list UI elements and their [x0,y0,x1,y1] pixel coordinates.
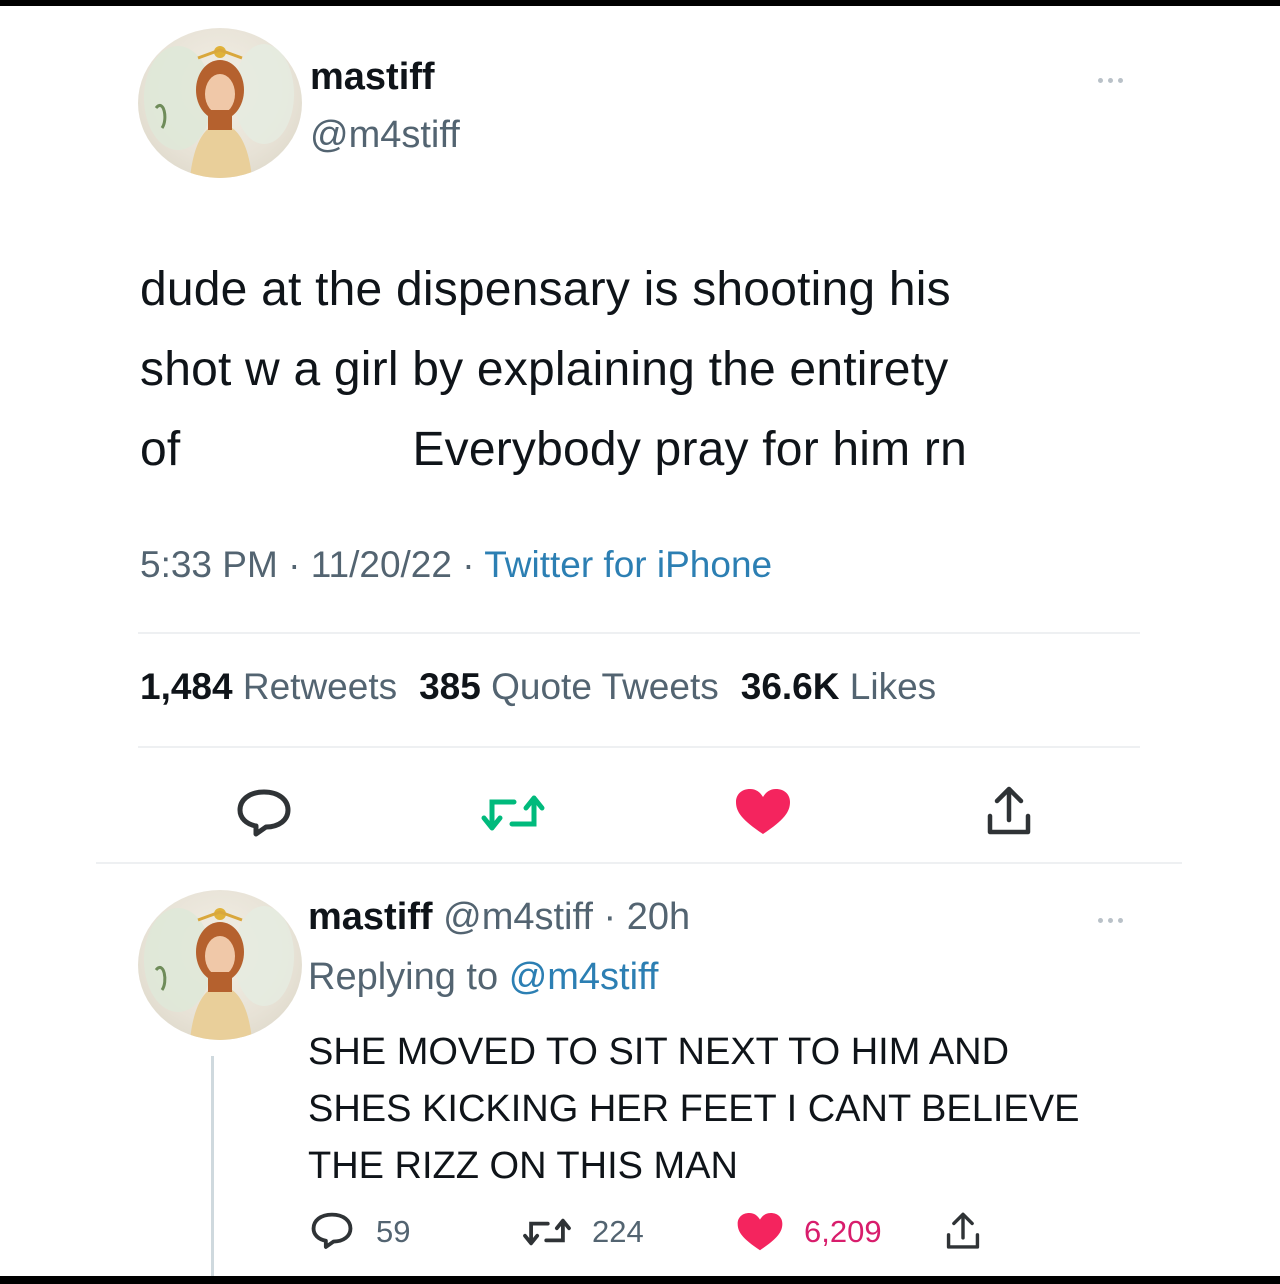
reply-like-button[interactable] [736,1212,784,1252]
reply-text-line: SHES KICKING HER FEET I CANT BELIEVE [308,1088,1080,1130]
heart-icon [736,789,790,834]
tweet-metadata: 5:33 PM · 11/20/22 · Twitter for iPhone [140,544,773,585]
tweet-source[interactable]: Twitter for iPhone [484,544,772,585]
reply-share-button[interactable] [944,1210,982,1252]
avatar-image [144,44,294,178]
reply-author-name[interactable]: mastiff [308,896,433,938]
reply-author-avatar[interactable] [138,890,302,1040]
quotes-stat[interactable]: 385 Quote Tweets [419,666,719,707]
avatar-image [144,906,294,1040]
tweet-date[interactable]: 11/20/22 [311,544,452,585]
divider [96,862,1182,864]
retweets-stat[interactable]: 1,484 Retweets [140,666,397,707]
divider [138,746,1140,748]
share-button[interactable] [984,784,1034,838]
thread-line [211,1056,214,1276]
reply-button[interactable] [236,786,292,838]
retweet-icon [481,795,545,831]
replying-to-label: Replying to [308,956,499,998]
likes-label: Likes [849,666,937,707]
tweet-text: dude at the dispensary is shooting his s… [140,250,1160,490]
author-avatar[interactable] [138,28,302,178]
share-icon [946,1212,980,1249]
reply-count: 59 [376,1214,411,1249]
replying-to-handle[interactable]: @m4stiff [509,956,659,998]
reply-icon [237,789,291,837]
tweet-text-fragment: Everybody pray for him rn [412,423,967,476]
reply-text-line: THE RIZZ ON THIS MAN [308,1145,738,1187]
reply-icon [311,1212,353,1249]
reply-time[interactable]: 20h [627,896,690,938]
tweet-text-line: dude at the dispensary is shooting his [140,263,951,316]
tweet-time[interactable]: 5:33 PM [140,544,278,585]
reply-text: SHE MOVED TO SIT NEXT TO HIM AND SHES KI… [308,1024,1168,1195]
screenshot-frame: mastiff @m4stiff dude at the dispensary … [0,6,1280,1276]
like-button[interactable] [734,788,792,836]
retweets-count: 1,484 [140,666,233,707]
more-icon[interactable] [1098,72,1138,86]
retweets-label: Retweets [242,666,398,707]
tweet-text-line: shot w a girl by explaining the entirety [140,343,949,396]
tweet-stats: 1,484 Retweets 385 Quote Tweets 36.6K Like… [140,666,936,708]
likes-stat[interactable]: 36.6K Likes [741,666,936,707]
heart-icon [737,1212,783,1251]
reply-header: mastiff @m4stiff · 20h [308,896,691,938]
author-handle[interactable]: @m4stiff [310,114,460,157]
quotes-label: Quote Tweets [491,666,719,707]
reply-author-handle[interactable]: @m4stiff [443,896,593,938]
retweet-button[interactable] [480,790,546,836]
replying-to: Replying to @m4stiff [308,956,658,999]
reply-text-line: SHE MOVED TO SIT NEXT TO HIM AND [308,1031,1010,1073]
tweet-text-line: of Everybody pray for him rn [140,410,1160,490]
like-count: 6,209 [804,1214,882,1249]
tweet-text-fragment: of [140,423,181,476]
retweet-icon [523,1218,571,1246]
share-icon [987,786,1031,835]
retweet-count: 224 [592,1214,644,1249]
more-icon[interactable] [1098,912,1138,926]
divider [138,632,1140,634]
reply-reply-button[interactable] [310,1210,354,1250]
quotes-count: 385 [419,666,481,707]
author-name[interactable]: mastiff [310,56,435,99]
likes-count: 36.6K [740,666,840,707]
reply-retweet-button[interactable] [522,1214,572,1250]
